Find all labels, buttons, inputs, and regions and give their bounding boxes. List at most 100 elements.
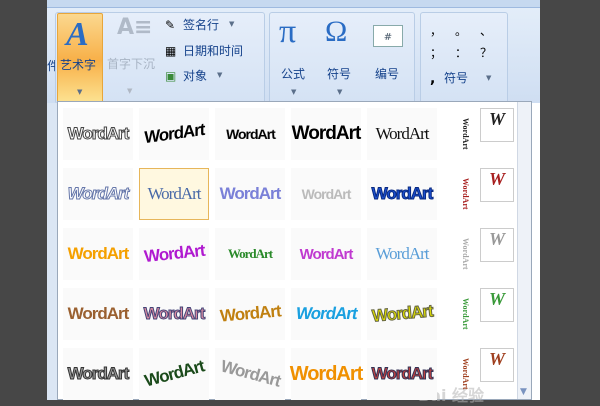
wordart-style-31[interactable]: WordArt <box>215 348 285 400</box>
wordart-sample-text: WordArt <box>218 301 282 326</box>
wordart-sample-text: WordArt <box>147 184 201 203</box>
wordart-sample-text: WordArt <box>370 301 434 326</box>
chevron-down-icon: ▼ <box>291 88 297 96</box>
symbol-enum-comma[interactable]: 、 <box>480 22 492 39</box>
number-label: 编号 <box>375 67 400 81</box>
wordart-style-21[interactable]: W <box>480 228 514 262</box>
wordart-style-16[interactable]: WordArt <box>139 228 209 280</box>
wordart-sample-text: WordArt <box>67 244 130 263</box>
wordart-style-30[interactable]: WordArt <box>139 348 209 400</box>
wordart-style-23[interactable]: WordArt <box>139 288 209 340</box>
wordart-style-1[interactable]: WordArt <box>63 108 133 160</box>
wordart-sample-text: WordArt <box>299 245 354 263</box>
wordart-style-26[interactable]: WordArt <box>367 288 437 340</box>
wordart-style-17[interactable]: WordArt <box>215 228 285 280</box>
pi-icon: π <box>279 13 297 50</box>
wordart-sample-text: WordArt <box>301 186 352 202</box>
equation-button[interactable]: π 公式 ▼ <box>275 13 315 101</box>
chevron-down-icon: ▼ <box>337 88 343 96</box>
wordart-style-9[interactable]: WordArt <box>139 168 209 220</box>
document-area <box>47 103 57 400</box>
scroll-down-icon[interactable]: ▼ <box>520 387 527 397</box>
symbol-question[interactable]: ？ <box>480 44 492 61</box>
wordart-style-20[interactable]: WordArt <box>448 228 470 280</box>
wordart-style-27[interactable]: WordArt <box>448 288 470 340</box>
ribbon-insert: 件 A 艺术字 ▼ A≡ 首字下沉 ▼ ✎ 签名行 ▼ ▦ 日期和时间 ▣ 对象… <box>47 8 540 108</box>
symbol-label: 符号 <box>327 67 352 81</box>
symbol-colon[interactable]: ： <box>455 44 467 61</box>
omega-icon: Ω <box>325 15 348 48</box>
symbol-comma[interactable]: ， <box>430 22 442 39</box>
equation-label: 公式 <box>281 67 306 81</box>
wordart-style-13[interactable]: WordArt <box>448 168 470 220</box>
dropcap-button[interactable]: A≡ 首字下沉 ▼ <box>107 13 157 103</box>
numbering-button[interactable]: # 编号 <box>367 13 407 101</box>
symbol-semicolon[interactable]: ； <box>430 44 442 61</box>
wordart-style-32[interactable]: WordArt <box>289 348 364 400</box>
wordart-style-35[interactable]: W <box>480 348 514 382</box>
wordart-sample-text: WordArt <box>375 244 429 263</box>
wordart-sample-text: WordArt <box>289 362 364 385</box>
symbol-period[interactable]: 。 <box>455 22 467 39</box>
object-button[interactable]: ▣ 对象 ▼ <box>165 65 265 85</box>
wordart-style-34[interactable]: WordArt <box>448 348 470 400</box>
wordart-sample-text: WordArt <box>225 126 275 143</box>
special-symbol-button[interactable]: , 符号 ▼ <box>430 68 500 87</box>
comma-icon: , <box>430 71 436 87</box>
wordart-style-5[interactable]: WordArt <box>367 108 437 160</box>
wordart-sample-text: WordArt <box>142 240 206 267</box>
datetime-label: 日期和时间 <box>183 44 244 58</box>
wordart-style-33[interactable]: WordArt <box>367 348 437 400</box>
chevron-down-icon: ▼ <box>127 87 133 95</box>
wordart-button[interactable]: A 艺术字 ▼ <box>57 13 103 108</box>
signature-icon: ✎ <box>165 18 176 32</box>
wordart-sample-text: WordArt <box>143 304 206 324</box>
object-label: 对象 <box>183 69 208 83</box>
signature-label: 签名行 <box>183 18 220 32</box>
wordart-sample-text: WordArt <box>291 123 362 144</box>
datetime-button[interactable]: ▦ 日期和时间 <box>165 40 265 60</box>
signature-line-button[interactable]: ✎ 签名行 ▼ <box>165 14 265 34</box>
wordart-sample-text: WordArt <box>67 124 130 144</box>
dropcap-label: 首字下沉 <box>107 57 156 71</box>
dropcap-icon: A≡ <box>117 15 153 40</box>
wordart-style-8[interactable]: WordArt <box>63 168 133 220</box>
number-icon: # <box>373 25 403 47</box>
wordart-style-25[interactable]: WordArt <box>291 288 361 340</box>
chevron-down-icon: ▼ <box>486 74 492 82</box>
wordart-label: 艺术字 <box>60 58 97 72</box>
wordart-style-24[interactable]: WordArt <box>215 288 285 340</box>
object-icon: ▣ <box>165 69 177 83</box>
wordart-style-3[interactable]: WordArt <box>215 108 285 160</box>
wordart-style-10[interactable]: WordArt <box>215 168 285 220</box>
chevron-down-icon: ▼ <box>217 71 223 79</box>
word-window: 件 A 艺术字 ▼ A≡ 首字下沉 ▼ ✎ 签名行 ▼ ▦ 日期和时间 ▣ 对象… <box>47 0 540 405</box>
wordart-style-14[interactable]: W <box>480 168 514 202</box>
wordart-sample-text: WordArt <box>375 124 429 143</box>
symbol-button[interactable]: Ω 符号 ▼ <box>321 13 361 101</box>
gallery-scrollbar[interactable]: ▼ <box>517 102 531 399</box>
wordart-style-6[interactable]: WordArt <box>448 108 470 160</box>
wordart-style-12[interactable]: WordArt <box>367 168 437 220</box>
wordart-sample-text: WordArt <box>143 119 205 148</box>
wordart-sample-text: WordArt <box>371 364 434 384</box>
wordart-sample-text: WordArt <box>219 184 282 203</box>
wordart-sample-text: WordArt <box>218 356 282 391</box>
wordart-sample-text: WordArt <box>67 304 130 323</box>
chevron-down-icon: ▼ <box>77 88 83 96</box>
wordart-gallery: ▼ Bai 经验 WordArt WordArt WordArt WordArt Wor… <box>57 101 532 405</box>
wordart-style-4[interactable]: WordArt <box>291 108 361 160</box>
wordart-style-2[interactable]: WordArt <box>139 108 209 160</box>
wordart-style-11[interactable]: WordArt <box>291 168 361 220</box>
wordart-icon: A <box>66 16 89 53</box>
wordart-style-15[interactable]: WordArt <box>63 228 133 280</box>
wordart-style-29[interactable]: WordArt <box>63 348 133 400</box>
wordart-style-7[interactable]: W <box>480 108 514 142</box>
wordart-style-18[interactable]: WordArt <box>291 228 361 280</box>
chevron-down-icon: ▼ <box>229 20 235 28</box>
wordart-style-22[interactable]: WordArt <box>63 288 133 340</box>
title-bar <box>47 0 540 8</box>
wordart-style-28[interactable]: W <box>480 288 514 322</box>
wordart-style-19[interactable]: WordArt <box>367 228 437 280</box>
wordart-sample-text: WordArt <box>67 184 130 204</box>
